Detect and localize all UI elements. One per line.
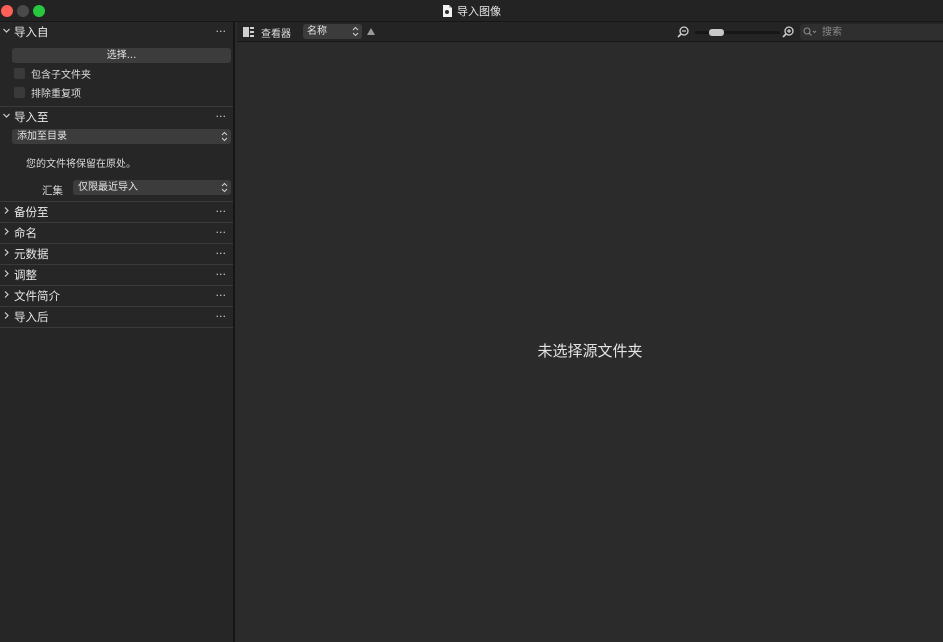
zoom-out-icon[interactable]: [677, 26, 689, 38]
more-options-button[interactable]: ···: [216, 25, 227, 38]
search-icon[interactable]: [803, 27, 817, 37]
section-title: 命名: [14, 226, 37, 240]
zoom-in-icon[interactable]: [782, 26, 794, 38]
more-options-button[interactable]: ···: [216, 226, 227, 239]
viewer-label[interactable]: 查看器: [261, 25, 291, 40]
window-title-group: 导入图像: [0, 0, 943, 22]
section-file-profile-header[interactable]: 文件简介 ···: [0, 286, 233, 306]
zoom-slider-thumb[interactable]: [709, 29, 724, 36]
import-location-note: 您的文件将保留在原处。: [26, 159, 136, 170]
section-adjustments[interactable]: 调整 ···: [0, 265, 233, 286]
more-options-button[interactable]: ···: [216, 247, 227, 260]
chevron-updown-icon: [352, 26, 359, 37]
chevron-right-icon[interactable]: [3, 270, 10, 277]
section-title: 调整: [14, 268, 37, 282]
collection-select-value: 仅限最近导入: [78, 182, 138, 193]
section-after-import-header[interactable]: 导入后 ···: [0, 307, 233, 327]
exclude-duplicates-checkbox[interactable]: [14, 86, 25, 98]
section-adjustments-header[interactable]: 调整 ···: [0, 265, 233, 285]
section-import-to-header[interactable]: 导入至 ···: [0, 107, 233, 127]
section-backup-to-header[interactable]: 备份至 ···: [0, 202, 233, 222]
destination-select[interactable]: 添加至目录: [12, 129, 231, 144]
document-icon: [443, 5, 452, 17]
sort-by-value: 名称: [307, 26, 327, 37]
zoom-slider[interactable]: [695, 29, 780, 36]
title-bar: 导入图像: [0, 0, 943, 22]
include-subfolders-option[interactable]: 包含子文件夹: [14, 66, 91, 81]
viewer-layout-icon[interactable]: [243, 27, 254, 37]
section-metadata-header[interactable]: 元数据 ···: [0, 244, 233, 264]
exclude-duplicates-option[interactable]: 排除重复项: [14, 85, 81, 100]
section-after-import[interactable]: 导入后 ···: [0, 307, 233, 328]
more-options-button[interactable]: ···: [216, 289, 227, 302]
chevron-right-icon[interactable]: [3, 249, 10, 256]
choose-source-button[interactable]: 选择...: [12, 48, 231, 63]
section-naming-header[interactable]: 命名 ···: [0, 223, 233, 243]
exclude-duplicates-label: 排除重复项: [31, 88, 81, 100]
section-file-profile[interactable]: 文件简介 ···: [0, 286, 233, 307]
chevron-updown-icon: [221, 182, 228, 193]
chevron-down-icon[interactable]: [3, 27, 10, 34]
section-title: 导入后: [14, 310, 49, 324]
chevron-right-icon[interactable]: [3, 228, 10, 235]
chevron-updown-icon: [221, 131, 228, 142]
search-input[interactable]: [822, 24, 940, 40]
chevron-down-icon[interactable]: [3, 112, 10, 119]
section-import-from-header[interactable]: 导入自 ···: [0, 22, 233, 42]
section-title: 导入自: [14, 25, 49, 39]
section-title: 导入至: [14, 110, 49, 124]
chevron-right-icon[interactable]: [3, 291, 10, 298]
search-box[interactable]: [800, 24, 943, 40]
chevron-right-icon[interactable]: [3, 312, 10, 319]
section-import-to: 导入至 ··· 添加至目录 您的文件将保留在原处。 汇集 仅限最近导入: [0, 107, 233, 202]
image-browser-area: 未选择源文件夹: [237, 43, 943, 642]
sort-ascending-icon[interactable]: [367, 28, 375, 35]
collection-select[interactable]: 仅限最近导入: [73, 180, 231, 195]
section-title: 备份至: [14, 205, 49, 219]
include-subfolders-checkbox[interactable]: [14, 67, 25, 79]
window-title: 导入图像: [457, 5, 501, 18]
more-options-button[interactable]: ···: [216, 110, 227, 123]
section-naming[interactable]: 命名 ···: [0, 223, 233, 244]
section-title: 元数据: [14, 247, 49, 261]
section-backup-to[interactable]: 备份至 ···: [0, 202, 233, 223]
section-title: 文件简介: [14, 289, 60, 303]
include-subfolders-label: 包含子文件夹: [31, 69, 91, 81]
collection-label: 汇集: [42, 185, 63, 197]
more-options-button[interactable]: ···: [216, 205, 227, 218]
more-options-button[interactable]: ···: [216, 268, 227, 281]
import-settings-sidebar: 导入自 ··· 选择... 包含子文件夹 排除重复项 导入至 ··· 添加至目录…: [0, 22, 235, 642]
more-options-button[interactable]: ···: [216, 310, 227, 323]
destination-select-value: 添加至目录: [17, 131, 67, 142]
chevron-right-icon[interactable]: [3, 207, 10, 214]
sort-by-select[interactable]: 名称: [303, 24, 362, 39]
section-import-from: 导入自 ··· 选择... 包含子文件夹 排除重复项: [0, 22, 233, 107]
browser-toolbar: 查看器 名称: [237, 22, 943, 42]
empty-state-message: 未选择源文件夹: [537, 342, 643, 360]
section-metadata[interactable]: 元数据 ···: [0, 244, 233, 265]
